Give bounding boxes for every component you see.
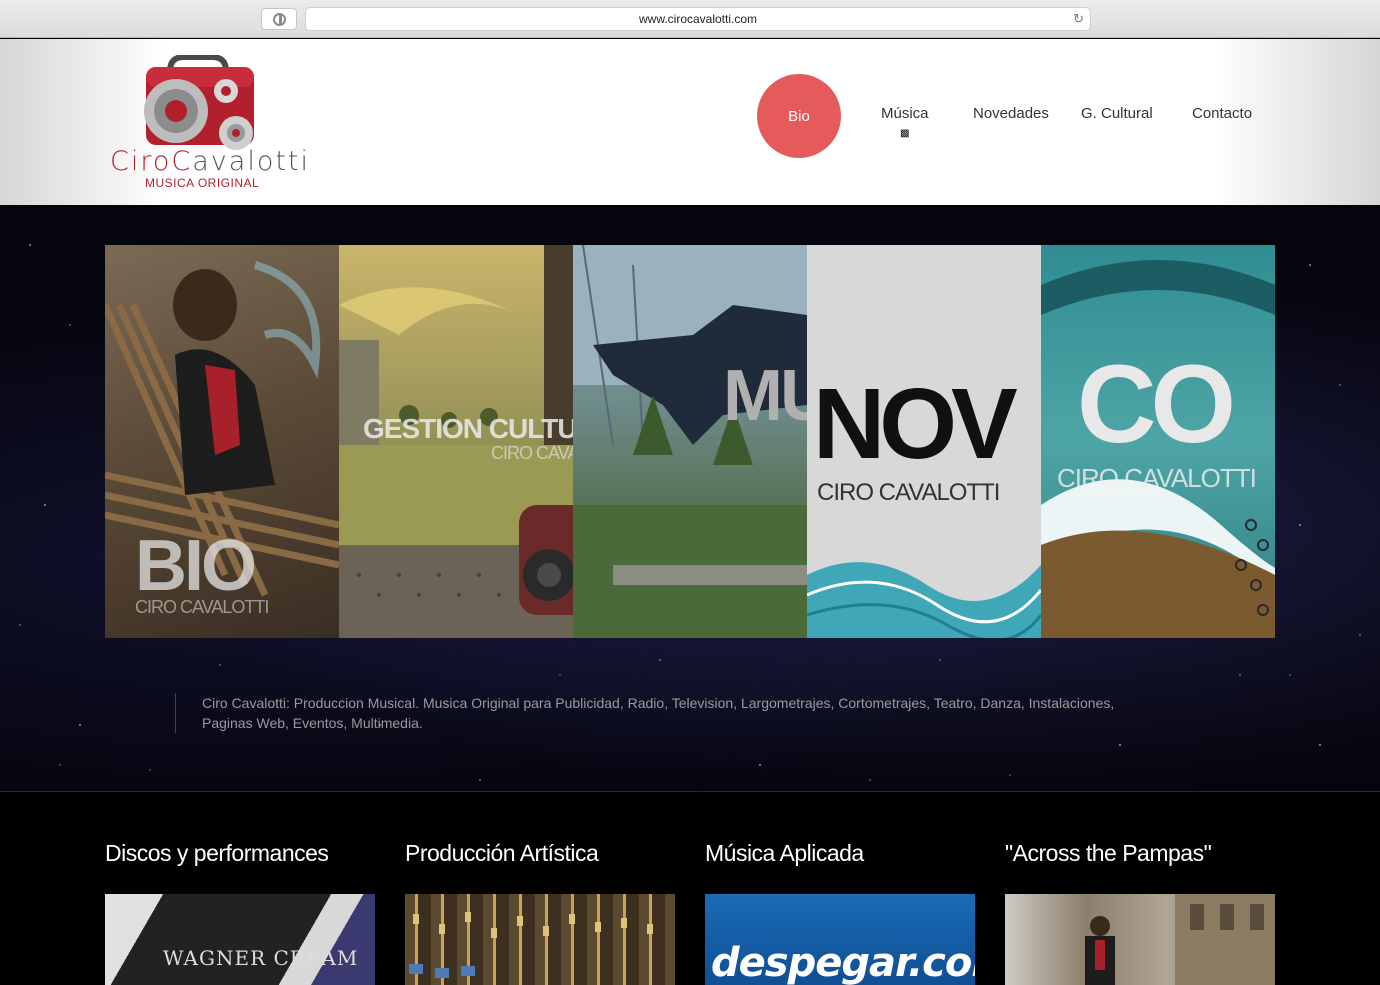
slider-panel-musica[interactable]: MU xyxy=(573,245,807,638)
reload-icon[interactable]: ↻ xyxy=(1073,11,1084,27)
address-bar[interactable]: www.cirocavalotti.com ↻ xyxy=(305,7,1091,31)
panel-title: MU xyxy=(723,356,807,436)
section-title-musica-aplicada[interactable]: Música Aplicada xyxy=(705,840,864,867)
section-image-produccion[interactable] xyxy=(405,894,675,985)
logo-name-part2: C xyxy=(171,146,193,177)
bird-tree-illustration xyxy=(573,245,807,638)
mouse-cursor-icon: ▩ xyxy=(900,128,910,139)
panel-title: GESTION CULTU xyxy=(363,413,573,444)
browser-toolbar: www.cirocavalotti.com ↻ xyxy=(0,0,1380,38)
panel-title: NOV xyxy=(813,368,1018,480)
site-description: Ciro Cavalotti: Produccion Musical. Musi… xyxy=(175,693,1165,733)
hero-section: BIO CIRO CAVALOTTI GESTION CULTU CIRO CA… xyxy=(0,205,1380,791)
album-cover-text: WAGNER CREAM xyxy=(163,946,359,970)
logo-subtitle: MUSICA ORIGINAL xyxy=(145,176,260,190)
slider-panel-novedades[interactable]: NOV CIRO CAVALOTTI xyxy=(807,245,1041,638)
panel-subtitle: CIRO CAVALOTTI xyxy=(1057,463,1257,493)
panel-subtitle: CIRO CAVALOTTI xyxy=(135,597,269,617)
slider-panel-bio[interactable]: BIO CIRO CAVALOTTI xyxy=(105,245,339,638)
panel-title: CO xyxy=(1077,343,1236,466)
logo-wordmark: CiroCavalotti xyxy=(110,146,310,177)
slider-panel-gestion-cultural[interactable]: GESTION CULTU CIRO CAVA xyxy=(339,245,573,638)
sections-area: Discos y performances Producción Artísti… xyxy=(0,791,1380,985)
street-photo-illustration xyxy=(1085,894,1275,985)
mixing-console-illustration xyxy=(409,912,653,978)
despegar-logo-text: despegar.com xyxy=(711,940,975,985)
logo-name-part1: Ciro xyxy=(110,146,172,177)
section-title-across-the-pampas[interactable]: "Across the Pampas" xyxy=(1005,840,1212,867)
section-title-produccion[interactable]: Producción Artística xyxy=(405,840,599,867)
nav-item-novedades[interactable]: Novedades xyxy=(973,105,1049,122)
panel-title: BIO xyxy=(135,526,257,606)
section-image-across-the-pampas[interactable] xyxy=(1005,894,1275,985)
nav-item-bio[interactable]: Bio xyxy=(757,74,841,158)
nav-item-gestion-cultural[interactable]: G. Cultural xyxy=(1081,105,1153,122)
panel-subtitle: CIRO CAVALOTTI xyxy=(817,479,1000,506)
shield-icon xyxy=(273,13,286,26)
panel-subtitle: CIRO CAVA xyxy=(491,443,573,463)
feature-slider: BIO CIRO CAVALOTTI GESTION CULTU CIRO CA… xyxy=(105,245,1275,638)
section-image-discos[interactable]: WAGNER CREAM xyxy=(105,894,375,985)
url-text: www.cirocavalotti.com xyxy=(638,12,758,26)
logo-name-part3: avalotti xyxy=(192,146,311,177)
nav-item-musica[interactable]: Música xyxy=(881,105,929,122)
section-image-musica-aplicada[interactable]: despegar.com xyxy=(705,894,975,985)
site-header: CiroCavalotti MUSICA ORIGINAL Bio Música… xyxy=(0,39,1380,205)
slider-panel-contacto[interactable]: CO CIRO CAVALOTTI xyxy=(1041,245,1275,638)
privacy-shield-button[interactable] xyxy=(261,8,297,30)
nav-item-contacto[interactable]: Contacto xyxy=(1192,105,1252,122)
section-title-discos[interactable]: Discos y performances xyxy=(105,840,329,867)
